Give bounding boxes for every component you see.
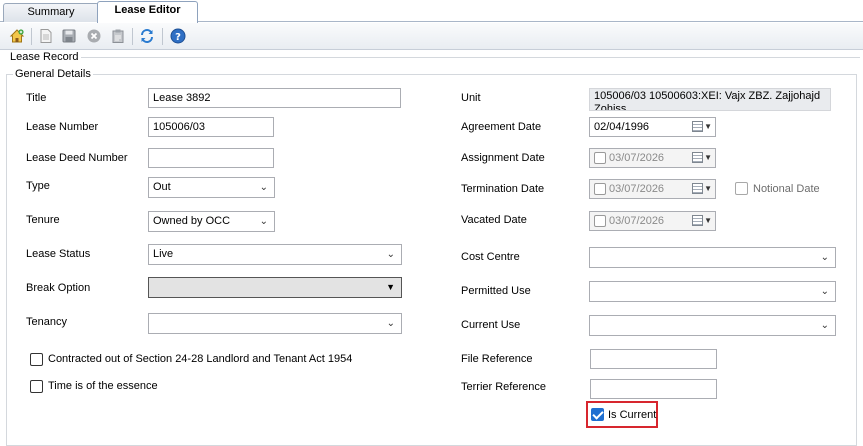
dropdown-arrow-icon: ▼ xyxy=(704,216,712,225)
type-label: Type xyxy=(26,180,50,192)
general-details-header: General Details xyxy=(13,68,93,81)
is-current-checkbox[interactable] xyxy=(591,408,604,421)
chevron-down-icon: ⌄ xyxy=(386,318,395,329)
contracted-out-label: Contracted out of Section 24-28 Landlord… xyxy=(48,353,353,365)
toolbar-separator xyxy=(31,28,32,45)
dropdown-arrow-icon: ▼ xyxy=(704,122,712,131)
termination-date-picker[interactable]: 03/07/2026 ▼ xyxy=(589,179,716,199)
assignment-date-picker[interactable]: 03/07/2026 ▼ xyxy=(589,148,716,168)
lease-record-divider xyxy=(80,57,860,58)
vacated-date-picker[interactable]: 03/07/2026 ▼ xyxy=(589,211,716,231)
dropdown-arrow-icon: ▼ xyxy=(386,282,395,292)
clipboard-icon[interactable] xyxy=(110,28,126,44)
terrier-reference-label: Terrier Reference xyxy=(461,381,546,393)
termination-date-enable-checkbox[interactable] xyxy=(594,183,606,195)
tenure-label: Tenure xyxy=(26,214,60,226)
unit-label: Unit xyxy=(461,92,481,104)
assignment-date-label: Assignment Date xyxy=(461,152,545,164)
tab-lease-editor[interactable]: Lease Editor xyxy=(97,1,198,23)
toolbar-separator xyxy=(132,28,133,45)
notional-date-label: Notional Date xyxy=(753,183,820,195)
type-select[interactable]: Out ⌄ xyxy=(148,177,275,198)
refresh-icon[interactable] xyxy=(139,28,155,44)
lease-record-header: Lease Record xyxy=(8,51,81,64)
svg-text:?: ? xyxy=(175,32,181,43)
file-reference-field[interactable] xyxy=(590,349,717,369)
tenancy-label: Tenancy xyxy=(26,316,67,328)
home-icon[interactable] xyxy=(9,28,25,44)
agreement-date-picker[interactable]: 02/04/1996 ▼ xyxy=(589,117,716,137)
permitted-use-label: Permitted Use xyxy=(461,285,531,297)
tenure-select[interactable]: Owned by OCC ⌄ xyxy=(148,211,275,232)
termination-date-value: 03/07/2026 xyxy=(609,183,665,195)
contracted-out-checkbox[interactable] xyxy=(30,353,43,366)
tab-strip: Summary Lease Editor xyxy=(0,0,863,23)
dropdown-arrow-icon: ▼ xyxy=(704,153,712,162)
is-current-label: Is Current xyxy=(608,409,657,421)
chevron-down-icon: ⌄ xyxy=(259,216,268,227)
lease-status-label: Lease Status xyxy=(26,248,91,260)
calendar-icon xyxy=(692,183,703,194)
chevron-down-icon: ⌄ xyxy=(820,252,829,263)
title-field[interactable]: Lease 3892 xyxy=(148,88,401,108)
unit-field: 105006/03 10500603:XEI: Vajx ZBZ. Zajjoh… xyxy=(589,88,831,111)
calendar-icon xyxy=(692,121,703,132)
agreement-date-value: 02/04/1996 xyxy=(594,121,650,133)
calendar-icon xyxy=(692,152,703,163)
calendar-icon xyxy=(692,215,703,226)
lease-number-field[interactable]: 105006/03 xyxy=(148,117,274,137)
lease-deed-number-label: Lease Deed Number xyxy=(26,152,128,164)
vacated-date-value: 03/07/2026 xyxy=(609,215,665,227)
type-value: Out xyxy=(153,181,171,193)
dropdown-arrow-icon: ▼ xyxy=(704,184,712,193)
toolbar: ? xyxy=(0,23,863,50)
title-label: Title xyxy=(26,92,47,104)
new-document-icon[interactable] xyxy=(38,28,54,44)
vacated-date-label: Vacated Date xyxy=(461,214,527,226)
lease-deed-number-field[interactable] xyxy=(148,148,274,168)
permitted-use-select[interactable]: ⌄ xyxy=(589,281,836,302)
lease-number-label: Lease Number xyxy=(26,121,99,133)
agreement-date-label: Agreement Date xyxy=(461,121,542,133)
tenancy-select[interactable]: ⌄ xyxy=(148,313,402,334)
break-option-label: Break Option xyxy=(26,282,91,294)
chevron-down-icon: ⌄ xyxy=(820,286,829,297)
save-icon[interactable] xyxy=(61,28,77,44)
assignment-date-value: 03/07/2026 xyxy=(609,152,665,164)
notional-date-checkbox[interactable] xyxy=(735,182,748,195)
cost-centre-label: Cost Centre xyxy=(461,251,520,263)
toolbar-separator xyxy=(162,28,163,45)
tenure-value: Owned by OCC xyxy=(153,215,231,227)
time-essence-label: Time is of the essence xyxy=(48,380,158,392)
delete-icon[interactable] xyxy=(86,28,102,44)
file-reference-label: File Reference xyxy=(461,353,533,365)
general-details-divider xyxy=(6,74,857,75)
termination-date-label: Termination Date xyxy=(461,183,545,195)
lease-status-select[interactable]: Live ⌄ xyxy=(148,244,402,265)
terrier-reference-field[interactable] xyxy=(590,379,717,399)
assignment-date-enable-checkbox[interactable] xyxy=(594,152,606,164)
tab-summary[interactable]: Summary xyxy=(3,3,99,22)
chevron-down-icon: ⌄ xyxy=(259,182,268,193)
current-use-select[interactable]: ⌄ xyxy=(589,315,836,336)
help-icon[interactable]: ? xyxy=(170,28,186,44)
chevron-down-icon: ⌄ xyxy=(820,320,829,331)
time-essence-checkbox[interactable] xyxy=(30,380,43,393)
vacated-date-enable-checkbox[interactable] xyxy=(594,215,606,227)
current-use-label: Current Use xyxy=(461,319,521,331)
lease-status-value: Live xyxy=(153,248,174,260)
chevron-down-icon: ⌄ xyxy=(386,249,395,260)
break-option-select[interactable]: ▼ xyxy=(148,277,402,298)
cost-centre-select[interactable]: ⌄ xyxy=(589,247,836,268)
